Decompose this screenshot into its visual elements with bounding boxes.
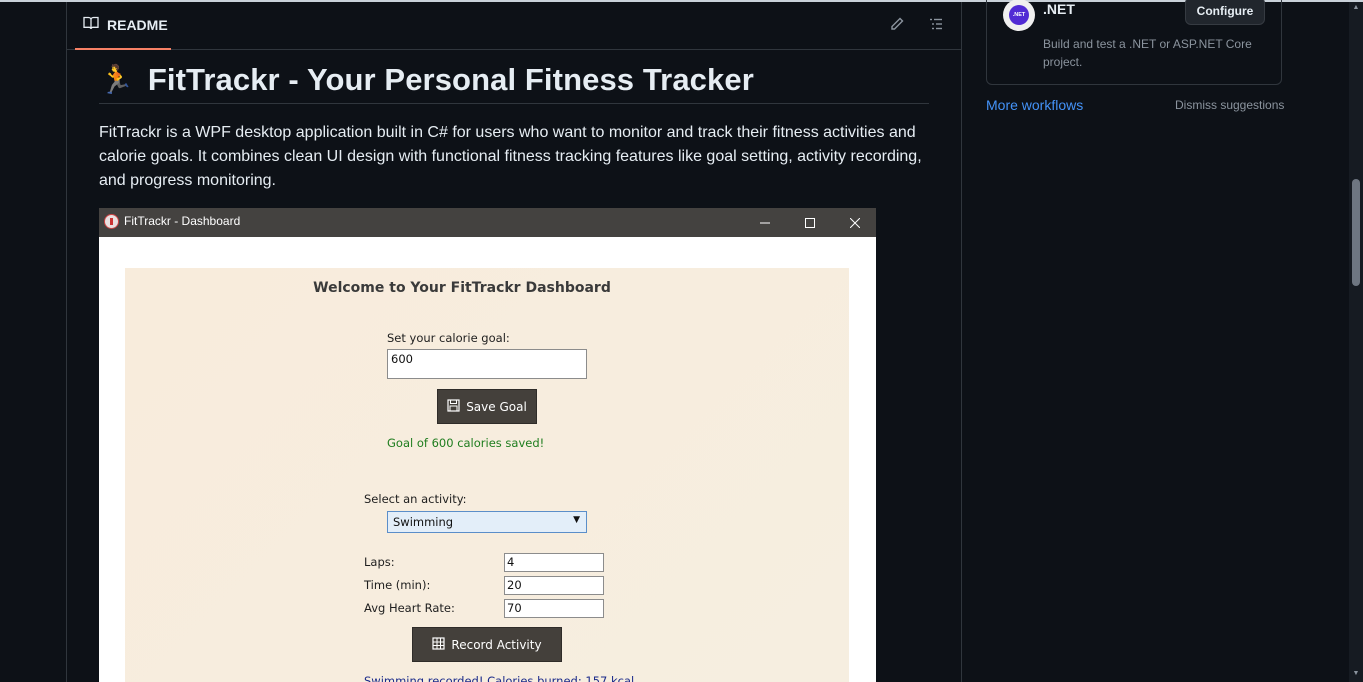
tab-readme-label: README: [107, 17, 168, 33]
grid-icon: [432, 636, 446, 653]
scrollbar-track[interactable]: [1349, 2, 1363, 682]
record-activity-button: Record Activity: [412, 627, 562, 662]
goal-input: 600: [387, 349, 587, 379]
laps-label: Laps:: [364, 555, 395, 569]
save-goal-button: Save Goal: [437, 389, 537, 424]
readme-header: README: [67, 2, 962, 50]
dashboard-title: Welcome to Your FitTrackr Dashboard: [313, 280, 611, 296]
paragraph-line: FitTrackr is a WPF desktop application b…: [99, 124, 916, 141]
app-window-title: FitTrackr - Dashboard: [124, 214, 241, 228]
workflow-suggestion-card: .NET .NET Configure Build and test a .NE…: [986, 0, 1282, 85]
outline-button[interactable]: [924, 14, 948, 38]
maximize-icon: [787, 208, 833, 237]
dotnet-logo: .NET: [1003, 0, 1035, 31]
scroll-up-icon[interactable]: ▲: [1351, 4, 1361, 14]
minimize-icon: [742, 208, 788, 237]
chevron-down-icon: ▼: [573, 515, 580, 525]
paragraph-line: and progress monitoring.: [99, 172, 276, 189]
scroll-down-icon[interactable]: ▼: [1351, 670, 1361, 680]
edit-button[interactable]: [885, 14, 909, 38]
paragraph-line: calorie goals. It combines clean UI desi…: [99, 148, 922, 165]
heading-text: FitTrackr - Your Personal Fitness Tracke…: [147, 61, 754, 97]
dismiss-suggestions-link[interactable]: Dismiss suggestions: [1175, 98, 1284, 112]
activity-recorded-message: Swimming recorded! Calories burned: 157 …: [364, 674, 635, 682]
close-icon: [832, 208, 876, 237]
save-goal-label: Save Goal: [466, 399, 527, 414]
more-workflows-link[interactable]: More workflows: [986, 97, 1083, 113]
list-icon: [928, 16, 944, 37]
app-titlebar: FitTrackr - Dashboard: [99, 208, 876, 237]
time-label: Time (min):: [364, 578, 431, 592]
pencil-icon: [889, 16, 905, 37]
heart-rate-label: Avg Heart Rate:: [364, 601, 455, 615]
readme-paragraph: FitTrackr is a WPF desktop application b…: [99, 121, 929, 193]
time-input: 20: [504, 576, 604, 595]
laps-input: 4: [504, 553, 604, 572]
goal-saved-message: Goal of 600 calories saved!: [387, 436, 545, 450]
record-activity-label: Record Activity: [451, 637, 542, 652]
configure-button[interactable]: Configure: [1185, 0, 1265, 25]
card-title: .NET: [1043, 1, 1075, 17]
heart-rate-input: 70: [504, 599, 604, 618]
activity-selected-value: Swimming: [393, 515, 454, 529]
app-logo-icon: [104, 214, 119, 229]
app-screenshot: FitTrackr - Dashboard Welcome to Your Fi…: [99, 208, 876, 682]
dashboard: Welcome to Your FitTrackr Dashboard Set …: [125, 268, 849, 682]
readme-heading: 🏃 FitTrackr - Your Personal Fitness Trac…: [99, 56, 929, 104]
floppy-icon: [447, 398, 460, 415]
runner-emoji: 🏃: [99, 64, 134, 95]
scrollbar-thumb[interactable]: [1352, 179, 1360, 286]
dotnet-logo-text: .NET: [1009, 5, 1029, 25]
card-description: Build and test a .NET or ASP.NET Core pr…: [1043, 37, 1252, 69]
activity-label: Select an activity:: [364, 492, 467, 506]
readme-panel: README 🏃 FitTrackr - Your Personal Fitne…: [66, 2, 962, 682]
activity-select: Swimming ▼: [387, 511, 587, 533]
goal-label: Set your calorie goal:: [387, 331, 510, 345]
tab-readme[interactable]: README: [75, 2, 171, 50]
book-icon: [83, 15, 99, 36]
